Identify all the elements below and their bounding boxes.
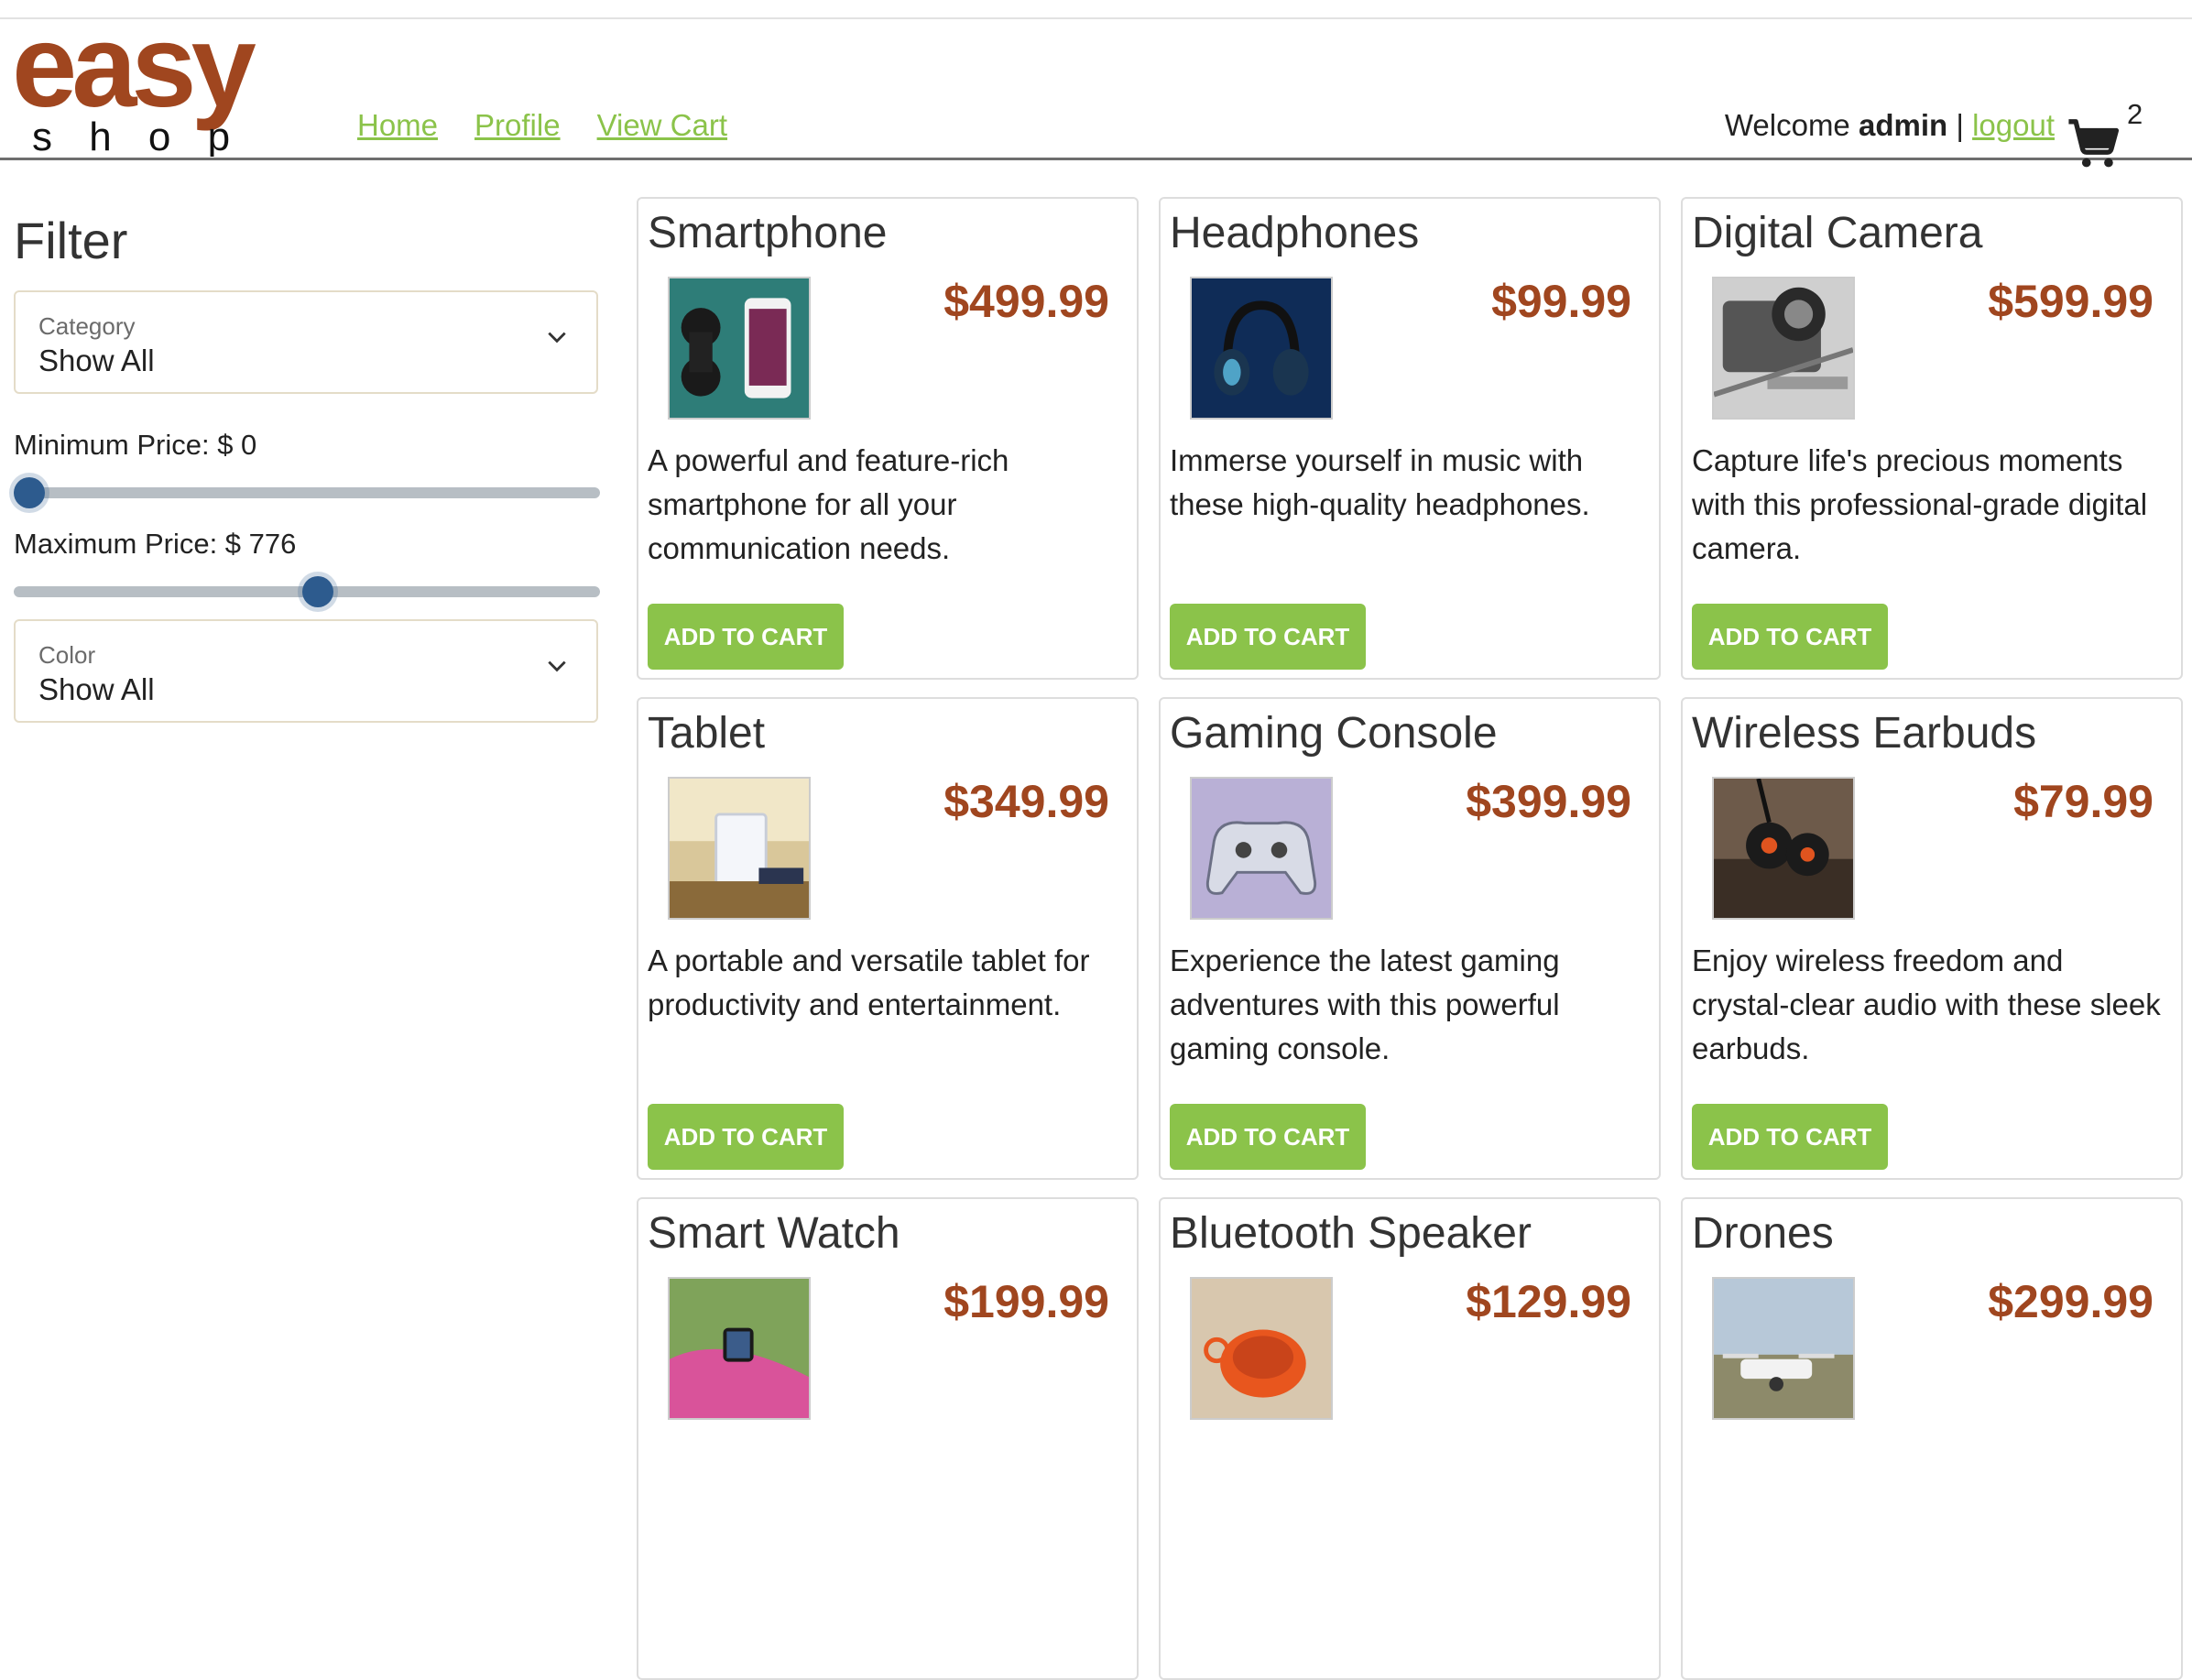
product-description: Experience the latest gaming adventures … [1170, 944, 1560, 1065]
user-area: Welcome admin | logout [1725, 108, 2055, 143]
site-header: easy s h o p Home Profile View Cart Welc… [0, 19, 2192, 168]
nav-view-cart-link[interactable]: View Cart [597, 108, 727, 143]
logout-link[interactable]: logout [1972, 108, 2055, 142]
chevron-down-icon [548, 660, 566, 672]
color-value: Show All [38, 672, 155, 706]
min-price-thumb[interactable] [14, 477, 45, 508]
product-card: Digital Camera $599.99 Capture life's pr… [1681, 197, 2183, 680]
add-to-cart-button[interactable]: ADD TO CART [648, 1104, 844, 1170]
product-name: Bluetooth Speaker [1170, 1209, 1532, 1258]
product-name: Digital Camera [1692, 209, 1983, 257]
min-price-track[interactable] [14, 487, 600, 498]
product-price: $349.99 [943, 776, 1109, 827]
category-select[interactable]: Category Show All [14, 290, 598, 394]
filter-title: Filter [14, 212, 128, 269]
product-price: $399.99 [1466, 776, 1631, 827]
product-card: Wireless Earbuds $79.99 Enjoy wireless f… [1681, 697, 2183, 1180]
product-card: Tablet $349.99 A portable and versatile … [637, 697, 1139, 1180]
product-description: Immerse yourself in music with these hig… [1170, 443, 1590, 521]
product-image[interactable] [1190, 1277, 1333, 1420]
product-description: A portable and versatile tablet for prod… [648, 944, 1090, 1021]
product-name: Tablet [648, 709, 766, 758]
product-image[interactable] [1190, 777, 1333, 920]
product-card: Bluetooth Speaker $129.99 [1159, 1197, 1661, 1680]
category-value: Show All [38, 344, 155, 377]
cart-icon[interactable] [2067, 117, 2120, 170]
max-price-slider[interactable] [14, 572, 600, 608]
product-image[interactable] [1712, 277, 1855, 420]
chevron-down-icon [548, 332, 566, 344]
max-price-thumb[interactable] [302, 576, 334, 607]
product-image[interactable] [1190, 277, 1333, 420]
filter-sidebar: Filter Category Show All Minimum Price: … [14, 211, 600, 723]
add-to-cart-button[interactable]: ADD TO CART [1692, 604, 1888, 670]
product-price: $499.99 [943, 276, 1109, 327]
product-name: Smart Watch [648, 1209, 900, 1258]
welcome-text: Welcome [1724, 108, 1859, 142]
product-card: Smartphone $499.99 A powerful and featur… [637, 197, 1139, 680]
color-select[interactable]: Color Show All [14, 619, 598, 723]
add-to-cart-button[interactable]: ADD TO CART [1170, 604, 1366, 670]
nav-profile-link[interactable]: Profile [474, 108, 561, 143]
easy-shop-logo[interactable]: easy s h o p [12, 19, 323, 157]
svg-text:s h o p: s h o p [32, 115, 243, 157]
main-nav: Home Profile View Cart [357, 108, 727, 143]
product-card: Gaming Console $399.99 Experience the la… [1159, 697, 1661, 1180]
product-name: Smartphone [648, 209, 888, 257]
product-image[interactable] [1712, 1277, 1855, 1420]
nav-home-link[interactable]: Home [357, 108, 438, 143]
product-name: Headphones [1170, 209, 1420, 257]
product-description: Enjoy wireless freedom and crystal-clear… [1692, 944, 2161, 1065]
min-price-label: Minimum Price: $ 0 [14, 429, 257, 461]
product-name: Wireless Earbuds [1692, 709, 2037, 758]
product-card: Smart Watch $199.99 [637, 1197, 1139, 1680]
color-label: Color [38, 641, 96, 669]
product-card: Headphones $99.99 Immerse yourself in mu… [1159, 197, 1661, 680]
cart-count-badge: 2 [2127, 98, 2143, 130]
max-price-label: Maximum Price: $ 776 [14, 528, 297, 560]
separator: | [1947, 108, 1973, 142]
product-price: $79.99 [2013, 776, 2154, 827]
product-card: Drones $299.99 [1681, 1197, 2183, 1680]
add-to-cart-button[interactable]: ADD TO CART [648, 604, 844, 670]
product-price: $299.99 [1988, 1276, 2154, 1327]
product-description: A powerful and feature-rich smartphone f… [648, 443, 1009, 565]
product-image[interactable] [668, 777, 811, 920]
category-label: Category [38, 312, 136, 340]
product-description: Capture life's precious moments with thi… [1692, 443, 2148, 565]
product-price: $129.99 [1466, 1276, 1631, 1327]
username: admin [1858, 108, 1948, 142]
add-to-cart-button[interactable]: ADD TO CART [1170, 1104, 1366, 1170]
min-price-slider[interactable] [14, 473, 600, 509]
product-image[interactable] [668, 1277, 811, 1420]
product-price: $99.99 [1491, 276, 1631, 327]
product-image[interactable] [1712, 777, 1855, 920]
product-price: $599.99 [1988, 276, 2154, 327]
product-name: Gaming Console [1170, 709, 1498, 758]
product-price: $199.99 [943, 1276, 1109, 1327]
product-image[interactable] [668, 277, 811, 420]
add-to-cart-button[interactable]: ADD TO CART [1692, 1104, 1888, 1170]
product-name: Drones [1692, 1209, 1834, 1258]
